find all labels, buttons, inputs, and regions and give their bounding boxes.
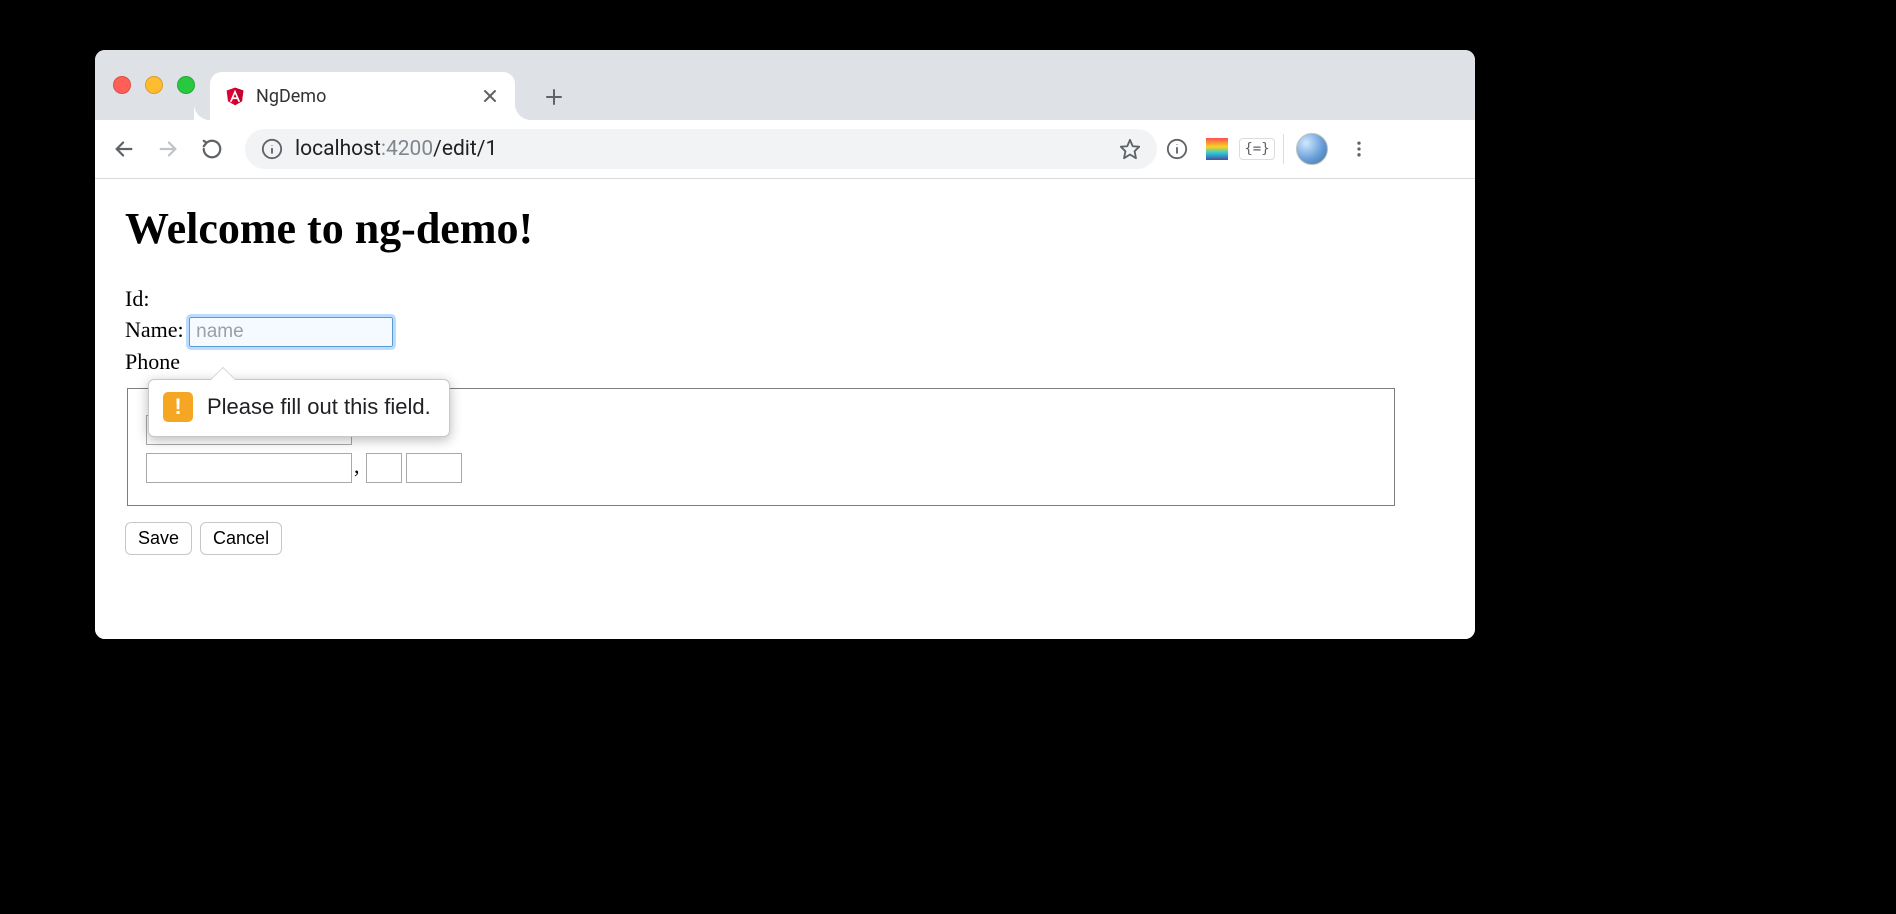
toolbar-right: {=} [1163,130,1386,168]
tab-ngdemo[interactable]: NgDemo [210,72,515,120]
name-input[interactable] [189,317,393,347]
window-close-icon[interactable] [113,76,131,94]
phone-line: Phone [125,347,1445,378]
forward-button[interactable] [149,130,187,168]
address-city-input[interactable] [146,453,352,483]
address-zip-input[interactable] [406,453,462,483]
browser-menu-button[interactable] [1340,130,1378,168]
angular-icon [224,85,246,107]
address-state-input[interactable] [366,453,402,483]
tab-close-icon[interactable] [479,85,501,107]
validation-tooltip: ! Please fill out this field. [148,379,450,437]
phone-label: Phone [125,349,180,374]
page-title: Welcome to ng-demo! [125,203,1445,254]
tab-title: NgDemo [256,86,469,107]
profile-avatar[interactable] [1296,133,1328,165]
extension-braces-icon[interactable]: {=} [1243,135,1271,163]
url-text: localhost:4200/edit/1 [295,137,497,161]
window-minimize-icon[interactable] [145,76,163,94]
address-comma: , [354,453,360,478]
name-label: Name: [125,317,184,342]
validation-message: Please fill out this field. [207,394,431,420]
bookmark-icon[interactable] [1119,138,1141,160]
warning-icon: ! [163,392,193,422]
toolbar: localhost:4200/edit/1 [95,120,1475,179]
browser-window: NgDemo [95,50,1475,639]
new-tab-button[interactable] [539,82,569,112]
window-controls [113,76,195,94]
site-info-icon[interactable] [261,138,283,160]
page-viewport: Welcome to ng-demo! Id: Name: Phone , [95,179,1475,639]
window-maximize-icon[interactable] [177,76,195,94]
extension-info-icon[interactable] [1163,135,1191,163]
extension-lighthouse-icon[interactable] [1203,135,1231,163]
address-bar[interactable]: localhost:4200/edit/1 [245,129,1157,169]
reload-button[interactable] [193,130,231,168]
id-label: Id: [125,286,149,311]
id-line: Id: [125,284,1445,315]
tab-strip: NgDemo [95,50,1475,120]
toolbar-divider [1283,134,1284,164]
cancel-button[interactable]: Cancel [200,522,282,555]
back-button[interactable] [105,130,143,168]
name-line: Name: [125,315,1445,347]
button-row: Save Cancel [125,522,1445,555]
save-button[interactable]: Save [125,522,192,555]
